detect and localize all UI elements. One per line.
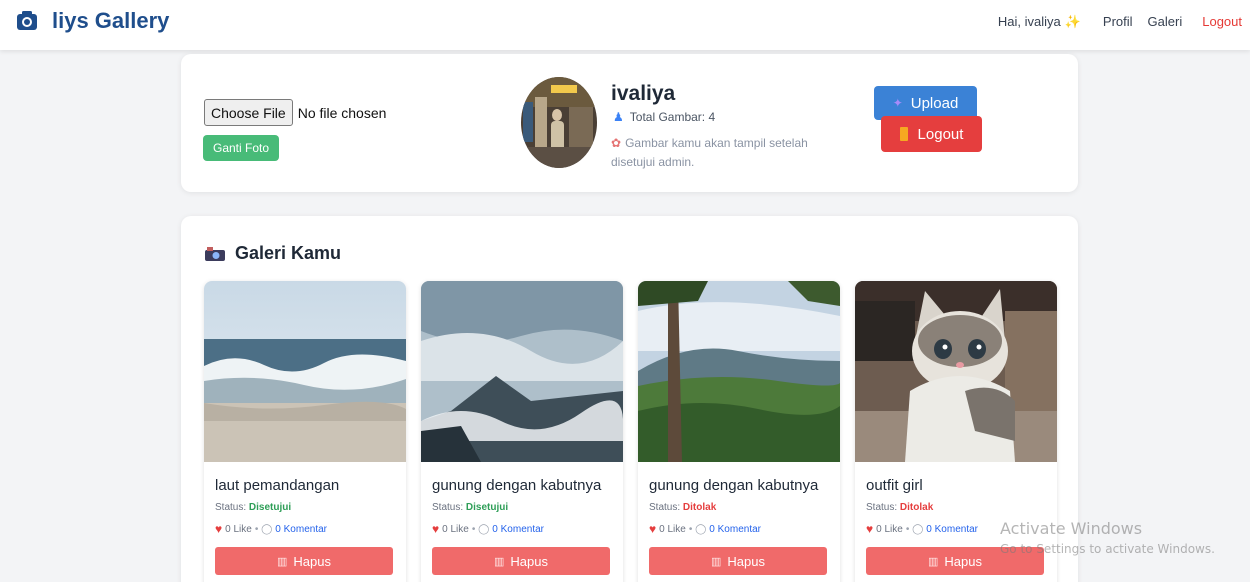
trash-icon: ▥ bbox=[277, 555, 288, 568]
photo-status: Status: Ditolak bbox=[649, 502, 716, 513]
choose-file-button[interactable]: Choose File bbox=[204, 99, 293, 126]
trash-icon: ▥ bbox=[928, 555, 939, 568]
nav-links: Hai, ivaliya ✨ Profil Galeri Logout bbox=[976, 14, 1242, 30]
logout-label: Logout bbox=[917, 125, 964, 143]
photo-status: Status: Ditolak bbox=[866, 502, 933, 513]
status-prefix: Status: bbox=[649, 502, 681, 513]
photo-status: Status: Disetujui bbox=[432, 502, 508, 513]
like-count: 0 Like bbox=[225, 523, 252, 535]
photo-title: laut pemandangan bbox=[215, 477, 340, 494]
photo-image[interactable] bbox=[204, 281, 406, 462]
status-badge: Ditolak bbox=[682, 502, 717, 513]
like-count: 0 Like bbox=[659, 523, 686, 535]
sparkle-icon: ✨ bbox=[1064, 14, 1081, 29]
username: ivaliya bbox=[611, 82, 676, 105]
camera-icon bbox=[205, 246, 225, 261]
delete-button[interactable]: ▥ Hapus bbox=[432, 547, 610, 575]
approval-note-text: Gambar kamu akan tampil setelah disetuju… bbox=[611, 136, 808, 169]
photo-card: laut pemandangan Status: Disetujui ♥ 0 L… bbox=[204, 281, 406, 582]
gallery-title-text: Galeri Kamu bbox=[235, 243, 342, 263]
upload-label: Upload bbox=[910, 94, 959, 112]
like-count: 0 Like bbox=[876, 523, 903, 535]
delete-label: Hapus bbox=[944, 553, 982, 569]
delete-label: Hapus bbox=[510, 553, 548, 569]
photo-title: gunung dengan kabutnya bbox=[432, 477, 602, 494]
photo-meta: ♥ 0 Like • ◯ 0 Komentar bbox=[866, 522, 978, 536]
photo-card: gunung dengan kabutnya Status: Ditolak ♥… bbox=[638, 281, 840, 582]
flower-icon: ✿ bbox=[611, 136, 622, 150]
heart-icon[interactable]: ♥ bbox=[432, 522, 439, 536]
photo-meta: ♥ 0 Like • ◯ 0 Komentar bbox=[215, 522, 327, 536]
status-prefix: Status: bbox=[432, 502, 464, 513]
nav-profil-link[interactable]: Profil bbox=[1103, 14, 1133, 30]
status-badge: Disetujui bbox=[248, 502, 292, 513]
delete-label: Hapus bbox=[293, 553, 331, 569]
brand[interactable]: liys Gallery bbox=[16, 8, 169, 34]
trash-icon: ▥ bbox=[711, 555, 722, 568]
trash-icon: ▥ bbox=[494, 555, 505, 568]
heart-icon[interactable]: ♥ bbox=[649, 522, 656, 536]
photo-status: Status: Disetujui bbox=[215, 502, 291, 513]
delete-button[interactable]: ▥ Hapus bbox=[649, 547, 827, 575]
activation-watermark: Activate Windows Go to Settings to activ… bbox=[1000, 519, 1215, 556]
photo-image[interactable] bbox=[855, 281, 1057, 462]
photo-meta: ♥ 0 Like • ◯ 0 Komentar bbox=[432, 522, 544, 536]
profile-card: Choose File No file chosen Ganti Foto iv… bbox=[181, 54, 1078, 192]
file-status: No file chosen bbox=[297, 104, 387, 121]
person-icon: ♟ bbox=[613, 110, 624, 124]
status-badge: Ditolak bbox=[899, 502, 934, 513]
delete-button[interactable]: ▥ Hapus bbox=[215, 547, 393, 575]
avatar-photo bbox=[521, 77, 597, 168]
comment-count[interactable]: 0 Komentar bbox=[709, 524, 761, 535]
photo-meta: ♥ 0 Like • ◯ 0 Komentar bbox=[649, 522, 761, 536]
photo-title: gunung dengan kabutnya bbox=[649, 477, 819, 494]
nav-logout-link[interactable]: Logout bbox=[1202, 14, 1242, 30]
comment-icon: • ◯ bbox=[471, 523, 490, 535]
approval-note: ✿ Gambar kamu akan tampil setelah disetuj… bbox=[611, 134, 851, 172]
gallery-title: Galeri Kamu bbox=[205, 243, 341, 264]
greeting: Hai, ivaliya ✨ bbox=[998, 14, 1081, 30]
upload-button[interactable]: ✦ Upload bbox=[874, 86, 977, 120]
comment-icon: • ◯ bbox=[688, 523, 707, 535]
upload-icon: ✦ bbox=[892, 96, 903, 110]
comment-count[interactable]: 0 Komentar bbox=[492, 524, 544, 535]
total-images: ♟ Total Gambar: 4 bbox=[613, 110, 715, 124]
photo-title: outfit girl bbox=[866, 477, 923, 494]
watermark-subtitle: Go to Settings to activate Windows. bbox=[1000, 542, 1215, 556]
photo-image[interactable] bbox=[421, 281, 623, 462]
photo-image[interactable] bbox=[638, 281, 840, 462]
comment-icon: • ◯ bbox=[905, 523, 924, 535]
watermark-title: Activate Windows bbox=[1000, 519, 1143, 538]
file-input[interactable]: Choose File No file chosen bbox=[204, 99, 386, 126]
photo-card: gunung dengan kabutnya Status: Disetujui… bbox=[421, 281, 623, 582]
heart-icon[interactable]: ♥ bbox=[215, 522, 222, 536]
camera-icon bbox=[17, 11, 37, 30]
avatar bbox=[521, 77, 597, 168]
heart-icon[interactable]: ♥ bbox=[866, 522, 873, 536]
change-photo-button[interactable]: Ganti Foto bbox=[203, 135, 280, 161]
nav-galeri-link[interactable]: Galeri bbox=[1148, 14, 1183, 30]
comment-count[interactable]: 0 Komentar bbox=[275, 524, 327, 535]
brand-name: liys Gallery bbox=[52, 8, 170, 33]
status-prefix: Status: bbox=[215, 502, 247, 513]
status-prefix: Status: bbox=[866, 502, 898, 513]
like-count: 0 Like bbox=[442, 523, 469, 535]
logout-button[interactable]: Logout bbox=[881, 116, 982, 152]
delete-label: Hapus bbox=[727, 553, 765, 569]
comment-count[interactable]: 0 Komentar bbox=[926, 524, 978, 535]
total-images-text: Total Gambar: 4 bbox=[629, 110, 716, 124]
greeting-text: Hai, ivaliya bbox=[997, 14, 1061, 29]
navbar: liys Gallery Hai, ivaliya ✨ Profil Galeri… bbox=[0, 0, 1250, 50]
gallery-card: Galeri Kamu laut pemandangan Status: Dis… bbox=[181, 216, 1078, 582]
status-badge: Disetujui bbox=[465, 502, 509, 513]
door-icon bbox=[899, 127, 908, 141]
comment-icon: • ◯ bbox=[254, 523, 273, 535]
